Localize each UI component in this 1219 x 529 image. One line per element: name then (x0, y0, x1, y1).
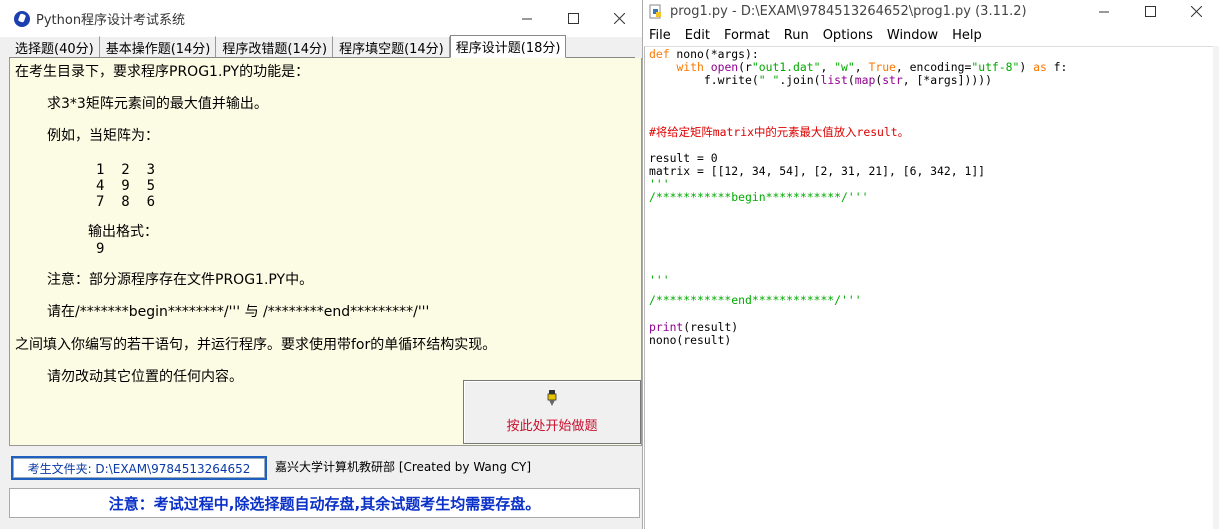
tab-fill-blank[interactable]: 程序填空题(14分) (333, 36, 450, 58)
start-answer-label: 按此处开始做题 (506, 419, 598, 434)
credit-text: 嘉兴大学计算机教研部 [Created by Wang CY] (275, 460, 532, 474)
tab-basic-operation[interactable]: 基本操作题(14分) (100, 36, 217, 58)
close-icon (613, 13, 625, 24)
question-tabs: 选择题(40分) 基本操作题(14分) 程序改错题(14分) 程序填空题(14分… (9, 35, 635, 58)
editor-close-button[interactable] (1173, 0, 1219, 23)
exam-titlebar: Python程序设计考试系统 (0, 0, 642, 37)
code-line: #将给定矩阵matrix中的元素最大值放入result。 (649, 125, 910, 139)
save-notice: 注意：考试过程中,除选择题自动存盘,其余试题考生均需要存盘。 (9, 488, 640, 518)
app-logo-icon (14, 10, 30, 27)
code-line: /***********begin***********/''' (649, 190, 869, 204)
minimize-icon (1098, 11, 1109, 13)
code-line: ''' (649, 273, 670, 287)
example-label: 例如，当矩阵为： (47, 128, 159, 144)
minimize-button[interactable] (504, 0, 550, 37)
editor-minimize-button[interactable] (1081, 0, 1127, 23)
idle-editor-window: prog1.py - D:\EXAM\9784513264652\prog1.p… (643, 0, 1219, 529)
editor-titlebar: prog1.py - D:\EXAM\9784513264652\prog1.p… (643, 0, 1219, 23)
instruction-text: 请在/*******begin********/''' 与 /********e… (47, 304, 430, 320)
menu-help[interactable]: Help (946, 28, 990, 43)
pen-icon (546, 390, 558, 410)
maximize-button[interactable] (550, 0, 596, 37)
output-format-label: 输出格式： (88, 224, 158, 240)
status-row: 考生文件夹: D:\EXAM\9784513264652 嘉兴大学计算机教研部 … (9, 454, 643, 482)
menu-format[interactable]: Format (718, 28, 778, 43)
editor-scrollbar[interactable] (1213, 46, 1219, 529)
exam-window: Python程序设计考试系统 选择题(40分) 基本操作题(14分) 程序改错题… (0, 0, 643, 529)
code-editor[interactable]: def nono(*args): with open(r"out1.dat", … (644, 46, 1214, 529)
editor-menubar: File Edit Format Run Options Window Help (643, 25, 1219, 45)
menu-window[interactable]: Window (881, 28, 946, 43)
minimize-icon (521, 18, 532, 20)
code-line: nono(result) (649, 333, 732, 347)
editor-maximize-button[interactable] (1127, 0, 1173, 23)
close-button[interactable] (596, 0, 642, 37)
tab-choice[interactable]: 选择题(40分) (9, 36, 100, 58)
code-line: /***********end************/''' (649, 293, 862, 307)
tab-error-correction[interactable]: 程序改错题(14分) (216, 36, 334, 58)
code-line: f.write(" ".join(list(map(str, [*args]))… (649, 73, 992, 87)
menu-file[interactable]: File (643, 28, 679, 43)
matrix-row: 7 8 6 (96, 194, 156, 210)
editor-title: prog1.py - D:\EXAM\9784513264652\prog1.p… (670, 4, 1027, 19)
note-text: 注意：部分源程序存在文件PROG1.PY中。 (47, 272, 314, 288)
close-icon (1190, 6, 1202, 17)
matrix-row: 4 9 5 (96, 178, 156, 194)
output-value: 9 (96, 241, 105, 257)
maximize-icon (567, 13, 579, 24)
matrix-row: 1 2 3 (96, 162, 156, 178)
question-task: 求3*3矩阵元素间的最大值并输出。 (47, 96, 268, 112)
code-line: matrix = [[12, 34, 54], [2, 31, 21], [6,… (649, 164, 986, 178)
warning-text: 请勿改动其它位置的任何内容。 (47, 369, 243, 385)
question-intro: 在考生目录下，要求程序PROG1.PY的功能是： (15, 64, 310, 80)
exam-window-title: Python程序设计考试系统 (36, 13, 186, 28)
maximize-icon (1144, 6, 1156, 17)
python-file-icon (648, 4, 664, 20)
start-answer-button[interactable]: 按此处开始做题 (463, 380, 641, 444)
instruction-text-2: 之间填入你编写的若干语句，并运行程序。要求使用带for的单循环结构实现。 (15, 337, 497, 353)
menu-edit[interactable]: Edit (679, 28, 718, 43)
menu-options[interactable]: Options (817, 28, 881, 43)
tab-program-design[interactable]: 程序设计题(18分) (449, 35, 567, 58)
menu-run[interactable]: Run (778, 28, 817, 43)
exam-folder-path[interactable]: 考生文件夹: D:\EXAM\9784513264652 (11, 456, 267, 480)
